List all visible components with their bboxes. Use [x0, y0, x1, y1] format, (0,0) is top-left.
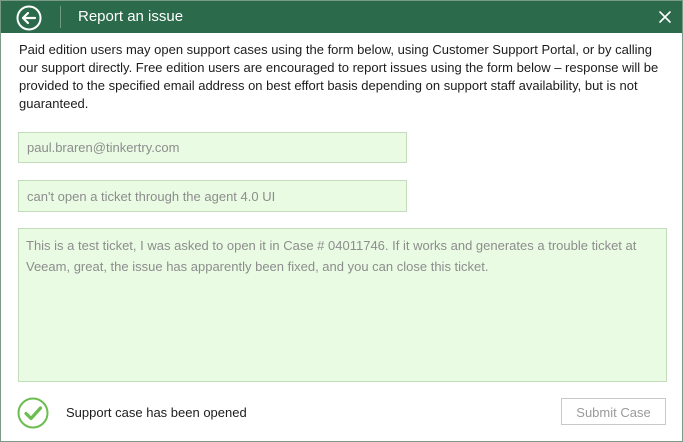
close-icon — [659, 11, 671, 23]
dialog-title: Report an issue — [78, 8, 184, 25]
submit-case-button[interactable]: Submit Case — [561, 398, 666, 425]
title-bar: Report an issue — [1, 1, 682, 33]
report-issue-dialog: Report an issue Paid edition users may o… — [0, 0, 683, 442]
arrow-left-circle-icon — [16, 5, 42, 31]
back-button[interactable] — [16, 5, 42, 31]
subject-field[interactable] — [18, 180, 407, 212]
description-textarea[interactable]: This is a test ticket, I was asked to op… — [18, 228, 667, 382]
title-separator — [60, 6, 61, 28]
email-field[interactable] — [18, 132, 407, 163]
close-button[interactable] — [657, 9, 673, 25]
status-message: Support case has been opened — [66, 405, 247, 420]
checkmark-circle-icon — [17, 397, 49, 429]
support-description: Paid edition users may open support case… — [19, 42, 659, 111]
